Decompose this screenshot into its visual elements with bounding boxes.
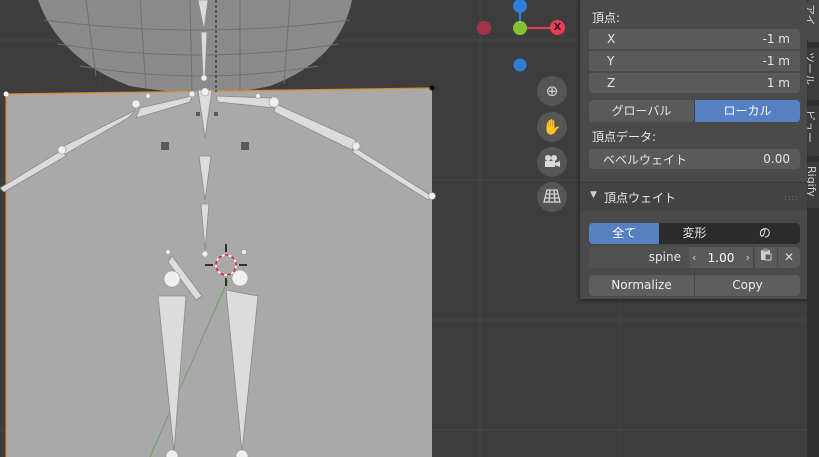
vertex-data-label: 頂点データ: <box>592 130 657 144</box>
coord-y-field[interactable]: Y -1 m <box>589 51 800 71</box>
hand-pan-icon: ✋ <box>542 117 562 136</box>
global-toggle-button[interactable]: グローバル <box>589 100 694 122</box>
coord-z-axis: Z <box>607 76 616 90</box>
vertex-weights-header[interactable]: ▼ 頂点ウェイト :::: <box>580 182 807 211</box>
tab-item[interactable]: アイ <box>807 0 819 42</box>
coord-x-axis: X <box>607 32 616 46</box>
sidebar-tabs: アイ ツール ビュー Rigify <box>807 0 819 457</box>
pan-button[interactable]: ✋ <box>537 112 567 142</box>
filter-deform-tab[interactable]: 変形 <box>659 223 730 244</box>
vertex-label: 頂点: <box>592 11 621 25</box>
tab-item-label: アイ <box>807 4 816 26</box>
local-toggle-button[interactable]: ローカル <box>694 100 800 122</box>
tab-rigify[interactable]: Rigify <box>807 162 819 208</box>
tab-tool-label: ツール <box>807 52 816 85</box>
sidebar-item-panel: 頂点: X -1 m Y -1 m Z 1 m グローバル ローカル 頂点データ… <box>579 0 807 299</box>
coord-z-field[interactable]: Z 1 m <box>589 73 800 93</box>
camera-view-button[interactable] <box>537 147 567 177</box>
vertex-group-name[interactable]: spine <box>589 247 689 268</box>
chevron-left-icon[interactable]: ‹ <box>692 251 696 264</box>
weight-value: 1.00 <box>707 250 735 265</box>
tab-view-label: ビュー <box>807 110 816 143</box>
weight-actions: Normalize Copy <box>589 275 800 296</box>
chevron-right-icon[interactable]: › <box>746 251 750 264</box>
coord-x-field[interactable]: X -1 m <box>589 29 800 49</box>
gizmo-x-axis[interactable]: X <box>550 20 565 35</box>
vertex-group-row: spine ‹ 1.00 › ✕ <box>589 247 800 268</box>
bevel-weight-value: 0.00 <box>763 152 790 166</box>
paste-weight-button[interactable] <box>755 247 777 268</box>
copy-button[interactable]: Copy <box>694 275 800 296</box>
weight-value-field[interactable]: ‹ 1.00 › <box>689 247 753 268</box>
tab-view[interactable]: ビュー <box>807 106 819 156</box>
sphere-mesh <box>38 0 352 93</box>
normalize-button[interactable]: Normalize <box>589 275 694 296</box>
camera-icon <box>543 154 561 171</box>
space-toggle: グローバル ローカル <box>589 100 800 122</box>
drag-grip-icon[interactable]: :::: <box>784 193 799 202</box>
filter-other-tab[interactable]: の <box>729 223 800 244</box>
tab-tool[interactable]: ツール <box>807 48 819 100</box>
tab-rigify-label: Rigify <box>807 166 818 197</box>
vertex-weights-title: 頂点ウェイト <box>604 191 677 205</box>
remove-weight-button[interactable]: ✕ <box>778 247 800 268</box>
bevel-weight-label: ベベルウェイト <box>603 152 688 167</box>
coord-y-value: -1 m <box>762 54 790 68</box>
coord-y-axis: Y <box>607 54 615 68</box>
bevel-weight-field[interactable]: ベベルウェイト 0.00 <box>589 149 800 169</box>
grid-perspective-icon <box>543 188 561 206</box>
zoom-icon: ⊕ <box>545 81 559 100</box>
chevron-down-icon: ▼ <box>590 190 597 200</box>
close-icon: ✕ <box>783 250 795 264</box>
navigation-gizmo <box>477 0 557 72</box>
paste-icon <box>760 248 772 264</box>
filter-all-tab[interactable]: 全て <box>589 223 660 244</box>
weight-filter-tabs: 全て 変形 の <box>589 223 800 244</box>
zoom-button[interactable]: ⊕ <box>537 76 567 106</box>
coord-z-value: 1 m <box>766 76 790 90</box>
perspective-toggle-button[interactable] <box>537 182 567 212</box>
coord-x-value: -1 m <box>762 32 790 46</box>
